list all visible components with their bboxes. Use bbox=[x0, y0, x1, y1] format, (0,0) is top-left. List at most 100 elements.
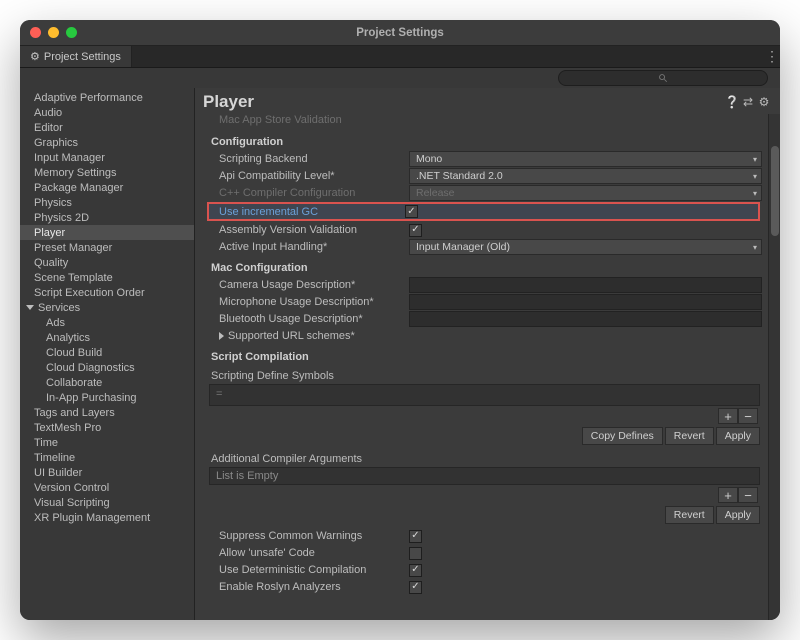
sidebar-item-graphics[interactable]: Graphics bbox=[20, 135, 194, 150]
roslyn-analyzers-checkbox[interactable] bbox=[409, 581, 422, 594]
gear-icon: ⚙ bbox=[30, 50, 40, 63]
sidebar-item-ads[interactable]: Ads bbox=[20, 315, 194, 330]
sidebar-item-preset-manager[interactable]: Preset Manager bbox=[20, 240, 194, 255]
row-microphone-usage: Microphone Usage Description* bbox=[209, 294, 762, 311]
gear-icon[interactable]: ⚙ bbox=[756, 95, 772, 109]
sidebar-item-input-manager[interactable]: Input Manager bbox=[20, 150, 194, 165]
sidebar-item-timeline[interactable]: Timeline bbox=[20, 450, 194, 465]
assembly-validation-checkbox[interactable] bbox=[409, 224, 422, 237]
row-assembly-validation: Assembly Version Validation bbox=[209, 222, 762, 239]
camera-usage-input[interactable] bbox=[409, 277, 762, 293]
mac-app-store-validation-label: Mac App Store Validation bbox=[219, 114, 342, 126]
args-button-row: Revert Apply bbox=[209, 505, 762, 528]
chevron-right-icon bbox=[219, 332, 224, 340]
sidebar-item-script-execution-order[interactable]: Script Execution Order bbox=[20, 285, 194, 300]
sidebar-item-scene-template[interactable]: Scene Template bbox=[20, 270, 194, 285]
scripting-backend-dropdown[interactable]: Mono▾ bbox=[409, 151, 762, 167]
scripting-define-symbols-box: Scripting Define Symbols = + − bbox=[209, 368, 760, 426]
preset-icon[interactable]: ⇄ bbox=[740, 95, 756, 109]
row-suppress-warnings: Suppress Common Warnings bbox=[209, 528, 762, 545]
tab-project-settings[interactable]: ⚙ Project Settings bbox=[20, 46, 132, 67]
active-input-handling-dropdown[interactable]: Input Manager (Old)▾ bbox=[409, 239, 762, 255]
sidebar-item-collaborate[interactable]: Collaborate bbox=[20, 375, 194, 390]
sidebar-item-analytics[interactable]: Analytics bbox=[20, 330, 194, 345]
sidebar-item-editor[interactable]: Editor bbox=[20, 120, 194, 135]
section-script-compilation: Script Compilation bbox=[209, 345, 762, 366]
additional-compiler-args-label: Additional Compiler Arguments bbox=[209, 451, 760, 467]
search-icon bbox=[658, 73, 668, 83]
chevron-down-icon bbox=[26, 305, 34, 310]
sidebar-item-memory-settings[interactable]: Memory Settings bbox=[20, 165, 194, 180]
additional-compiler-args-list[interactable]: List is Empty bbox=[209, 467, 760, 485]
sidebar-item-adaptive-performance[interactable]: Adaptive Performance bbox=[20, 90, 194, 105]
sidebar[interactable]: Adaptive Performance Audio Editor Graphi… bbox=[20, 88, 195, 620]
row-allow-unsafe: Allow 'unsafe' Code bbox=[209, 545, 762, 562]
add-define-button[interactable]: + bbox=[718, 408, 738, 424]
drag-handle-icon[interactable]: = bbox=[216, 388, 226, 400]
add-arg-button[interactable]: + bbox=[718, 487, 738, 503]
apply-args-button[interactable]: Apply bbox=[716, 506, 760, 524]
sidebar-item-physics-2d[interactable]: Physics 2D bbox=[20, 210, 194, 225]
defines-button-row: Copy Defines Revert Apply bbox=[209, 426, 762, 449]
sidebar-item-ui-builder[interactable]: UI Builder bbox=[20, 465, 194, 480]
microphone-usage-input[interactable] bbox=[409, 294, 762, 310]
titlebar: Project Settings bbox=[20, 20, 780, 46]
sidebar-item-physics[interactable]: Physics bbox=[20, 195, 194, 210]
scripting-define-symbols-list[interactable]: = bbox=[209, 384, 760, 406]
help-icon[interactable]: ❔ bbox=[724, 95, 740, 109]
row-mac-app-store-validation: Mac App Store Validation bbox=[209, 114, 762, 130]
vertical-scrollbar[interactable] bbox=[768, 114, 780, 620]
chevron-down-icon: ▾ bbox=[753, 172, 757, 181]
row-active-input-handling: Active Input Handling* Input Manager (Ol… bbox=[209, 239, 762, 256]
search-row bbox=[20, 68, 780, 88]
list-empty-label: List is Empty bbox=[216, 470, 278, 482]
row-roslyn-analyzers: Enable Roslyn Analyzers bbox=[209, 579, 762, 596]
window-title: Project Settings bbox=[20, 27, 780, 39]
sidebar-item-xr-plugin-management[interactable]: XR Plugin Management bbox=[20, 510, 194, 525]
sidebar-item-cloud-diagnostics[interactable]: Cloud Diagnostics bbox=[20, 360, 194, 375]
allow-unsafe-checkbox[interactable] bbox=[409, 547, 422, 560]
row-api-compatibility: Api Compatibility Level* .NET Standard 2… bbox=[209, 168, 762, 185]
section-mac-configuration: Mac Configuration bbox=[209, 256, 762, 277]
bluetooth-usage-input[interactable] bbox=[409, 311, 762, 327]
remove-define-button[interactable]: − bbox=[738, 408, 758, 424]
settings-scroll[interactable]: Mac App Store Validation Configuration S… bbox=[195, 114, 768, 620]
use-incremental-gc-checkbox[interactable] bbox=[405, 205, 418, 218]
sidebar-item-package-manager[interactable]: Package Manager bbox=[20, 180, 194, 195]
main-panel: Player ❔ ⇄ ⚙ Mac App Store Validation Co… bbox=[195, 88, 780, 620]
chevron-down-icon: ▾ bbox=[753, 243, 757, 252]
sidebar-item-in-app-purchasing[interactable]: In-App Purchasing bbox=[20, 390, 194, 405]
chevron-down-icon: ▾ bbox=[753, 155, 757, 164]
row-bluetooth-usage: Bluetooth Usage Description* bbox=[209, 311, 762, 328]
apply-defines-button[interactable]: Apply bbox=[716, 427, 760, 445]
suppress-warnings-checkbox[interactable] bbox=[409, 530, 422, 543]
kebab-menu-icon[interactable]: ⋮ bbox=[764, 46, 780, 67]
sidebar-item-services[interactable]: Services bbox=[20, 300, 194, 315]
row-supported-url-schemes[interactable]: Supported URL schemes* bbox=[209, 328, 762, 345]
deterministic-compilation-checkbox[interactable] bbox=[409, 564, 422, 577]
sidebar-item-time[interactable]: Time bbox=[20, 435, 194, 450]
sidebar-item-player[interactable]: Player bbox=[20, 225, 194, 240]
row-use-incremental-gc: Use incremental GC bbox=[207, 202, 760, 221]
sidebar-item-version-control[interactable]: Version Control bbox=[20, 480, 194, 495]
row-deterministic-compilation: Use Deterministic Compilation bbox=[209, 562, 762, 579]
api-compatibility-dropdown[interactable]: .NET Standard 2.0▾ bbox=[409, 168, 762, 184]
scrollbar-thumb[interactable] bbox=[771, 146, 779, 236]
revert-defines-button[interactable]: Revert bbox=[665, 427, 714, 445]
sidebar-item-textmesh-pro[interactable]: TextMesh Pro bbox=[20, 420, 194, 435]
additional-compiler-args-box: Additional Compiler Arguments List is Em… bbox=[209, 451, 760, 505]
tab-label: Project Settings bbox=[44, 51, 121, 63]
remove-arg-button[interactable]: − bbox=[738, 487, 758, 503]
sidebar-item-visual-scripting[interactable]: Visual Scripting bbox=[20, 495, 194, 510]
copy-defines-button[interactable]: Copy Defines bbox=[582, 427, 663, 445]
row-scripting-backend: Scripting Backend Mono▾ bbox=[209, 151, 762, 168]
tabbar: ⚙ Project Settings ⋮ bbox=[20, 46, 780, 68]
page-title: Player bbox=[203, 92, 724, 112]
project-settings-window: Project Settings ⚙ Project Settings ⋮ Ad… bbox=[20, 20, 780, 620]
revert-args-button[interactable]: Revert bbox=[665, 506, 714, 524]
sidebar-item-quality[interactable]: Quality bbox=[20, 255, 194, 270]
search-input[interactable] bbox=[558, 70, 768, 86]
sidebar-item-audio[interactable]: Audio bbox=[20, 105, 194, 120]
sidebar-item-tags-and-layers[interactable]: Tags and Layers bbox=[20, 405, 194, 420]
sidebar-item-cloud-build[interactable]: Cloud Build bbox=[20, 345, 194, 360]
